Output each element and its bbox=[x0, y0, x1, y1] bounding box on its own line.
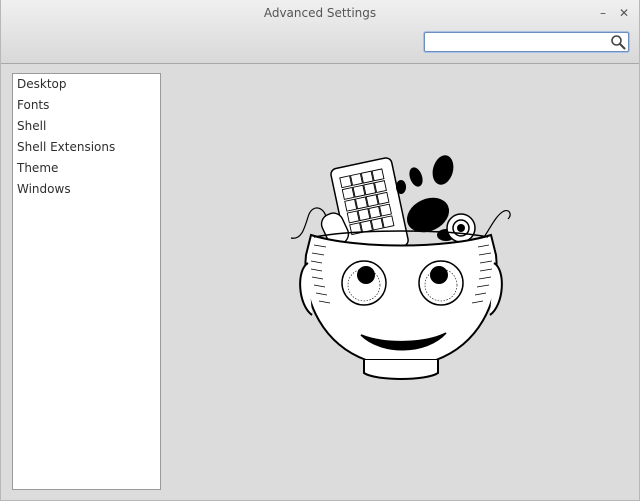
close-button[interactable]: ✕ bbox=[615, 4, 633, 22]
sidebar-item-theme[interactable]: Theme bbox=[13, 158, 160, 179]
sidebar-item-shell-extensions[interactable]: Shell Extensions bbox=[13, 137, 160, 158]
sidebar-item-desktop[interactable]: Desktop bbox=[13, 74, 160, 95]
sidebar-item-fonts[interactable]: Fonts bbox=[13, 95, 160, 116]
search-box[interactable] bbox=[424, 32, 629, 52]
titlebar[interactable]: Advanced Settings – ✕ bbox=[1, 0, 639, 64]
tweak-tool-mascot-illustration bbox=[290, 155, 511, 380]
sidebar-list: Desktop Fonts Shell Shell Extensions The… bbox=[12, 73, 161, 490]
window-title: Advanced Settings bbox=[263, 6, 377, 20]
search-input[interactable] bbox=[427, 34, 607, 50]
minimize-button[interactable]: – bbox=[594, 4, 612, 22]
app-window: Advanced Settings – ✕ Desktop Fonts Shel… bbox=[0, 0, 640, 501]
sidebar-item-windows[interactable]: Windows bbox=[13, 179, 160, 200]
sidebar-item-shell[interactable]: Shell bbox=[13, 116, 160, 137]
search-icon[interactable] bbox=[610, 34, 626, 50]
